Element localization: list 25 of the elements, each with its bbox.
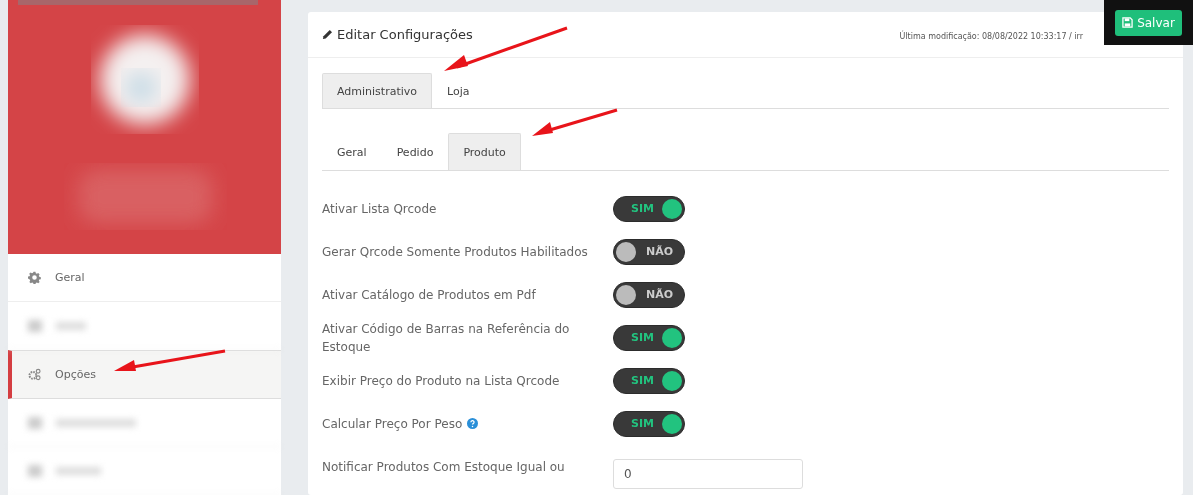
tab[interactable]: Geral	[322, 133, 382, 170]
panel-title: Editar Configurações	[322, 27, 473, 42]
tab[interactable]: Loja	[432, 73, 485, 108]
setting-label: Gerar Qrcode Somente Produtos Habilitados	[322, 243, 588, 261]
tab[interactable]: Administrativo	[322, 73, 433, 108]
toggle-switch[interactable]: NÃO	[613, 238, 685, 265]
toggle-switch[interactable]: SIM	[613, 195, 685, 222]
pencil-icon	[322, 29, 333, 40]
toggle-switch[interactable]: SIM	[613, 367, 685, 394]
toggle-switch[interactable]: SIM	[613, 410, 685, 437]
toggle-switch[interactable]: NÃO	[613, 281, 685, 308]
setting-label: Ativar Código de Barras na Referência do Estoque	[322, 320, 571, 356]
toggle-switch[interactable]: SIM	[613, 324, 685, 351]
setting-label: Ativar Lista Qrcode	[322, 200, 437, 218]
setting-label: Ativar Catálogo de Produtos em Pdf	[322, 286, 536, 304]
setting-label: Notificar Produtos Com Estoque Igual ou	[322, 459, 565, 476]
tab[interactable]: Pedido	[381, 133, 449, 170]
last-modified-text: Última modificação: 08/08/2022 10:33:17 / irr	[899, 32, 1083, 41]
setting-label: Exibir Preço do Produto na Lista Qrcode	[322, 372, 560, 390]
setting-label: Calcular Preço Por Peso	[322, 415, 463, 433]
gears-icon	[28, 368, 41, 381]
sidebar-item[interactable]: Opções	[8, 350, 281, 399]
tab[interactable]: Produto	[448, 133, 521, 170]
input-field[interactable]: 0	[613, 459, 803, 489]
gear-icon	[28, 271, 41, 284]
